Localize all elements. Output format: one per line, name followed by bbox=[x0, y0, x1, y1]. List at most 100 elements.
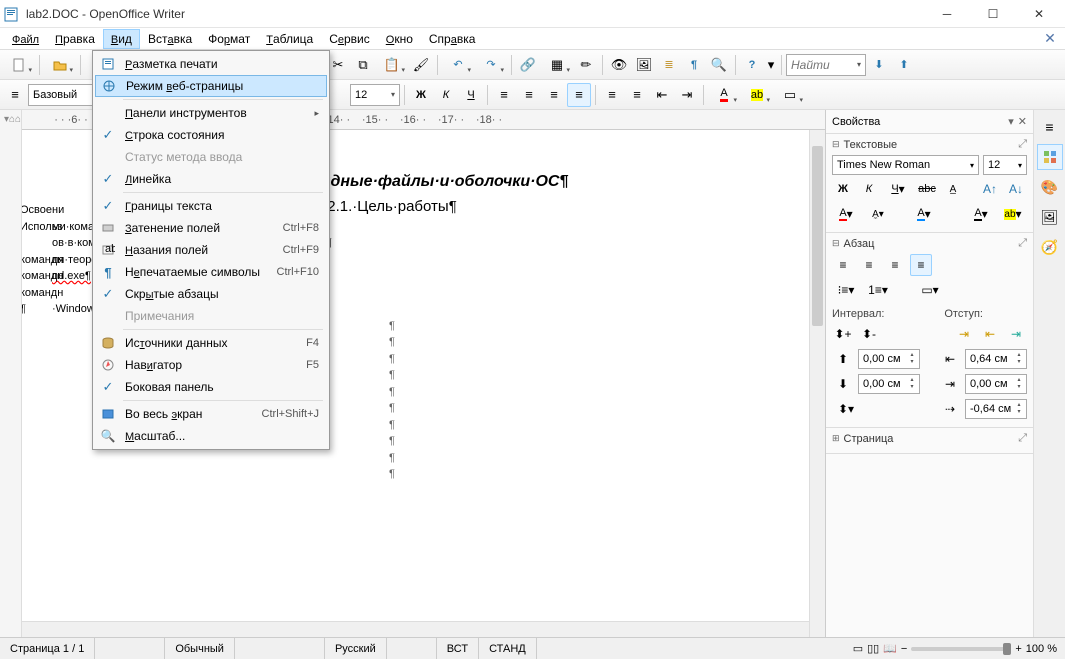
status-layout-icon[interactable]: ▭ bbox=[853, 642, 863, 655]
sidebar-tab-properties[interactable] bbox=[1037, 144, 1063, 170]
para-indent-first[interactable]: ⇥ bbox=[1005, 323, 1027, 345]
menu-statusbar[interactable]: ✓Строка состояния bbox=[95, 124, 327, 146]
para-indent-dec[interactable]: ⇤ bbox=[979, 323, 1001, 345]
para-bullets[interactable]: ⁝≡▾ bbox=[832, 279, 860, 301]
status-page[interactable]: Страница 1 / 1 bbox=[0, 638, 95, 659]
find-prev-button[interactable]: ⬆ bbox=[892, 53, 916, 77]
menu-formatting-marks[interactable]: ¶ Непечатаемые символыCtrl+F10 bbox=[95, 261, 327, 283]
help-button[interactable]: ? bbox=[740, 53, 764, 77]
para-below-spin[interactable]: 0,00 см▴▾ bbox=[858, 374, 920, 394]
menu-print-layout[interactable]: Разметка печати bbox=[95, 53, 327, 75]
align-center-button[interactable]: ≡ bbox=[517, 83, 541, 107]
menu-zoom[interactable]: 🔍Масштаб... bbox=[95, 425, 327, 447]
font-color-button[interactable]: A bbox=[708, 83, 740, 107]
para-left-spin[interactable]: 0,64 см▴▾ bbox=[965, 349, 1027, 369]
bullet-list-button[interactable]: ≡ bbox=[625, 83, 649, 107]
menu-navigator[interactable]: НавигаторF5 bbox=[95, 354, 327, 376]
menu-format[interactable]: Формат bbox=[200, 29, 258, 49]
zoom-out-icon[interactable]: − bbox=[901, 643, 907, 655]
para-linespacing[interactable]: ⬍▾ bbox=[832, 398, 860, 420]
find-next-button[interactable]: ⬇ bbox=[867, 53, 891, 77]
underline-button[interactable]: Ч bbox=[459, 83, 483, 107]
para-align-left[interactable]: ≡ bbox=[832, 254, 854, 276]
font-size-combo[interactable]: 12▾ bbox=[350, 84, 400, 106]
para-right-spin[interactable]: 0,00 см▴▾ bbox=[965, 374, 1027, 394]
menu-toolbars[interactable]: Панели инструментов▸ bbox=[95, 102, 327, 124]
sidebar-underline[interactable]: Ч▾ bbox=[884, 178, 912, 200]
menu-hidden-paragraphs[interactable]: ✓Скрытые абзацы bbox=[95, 283, 327, 305]
status-insert[interactable]: ВСТ bbox=[437, 638, 479, 659]
paste-button[interactable]: 📋 bbox=[376, 53, 408, 77]
close-document-button[interactable]: ✕ bbox=[1039, 28, 1061, 50]
gallery-button[interactable]: 🖼 bbox=[632, 53, 656, 77]
para-space-inc[interactable]: ⬍+ bbox=[832, 323, 854, 345]
para-number[interactable]: 1≡▾ bbox=[864, 279, 892, 301]
undo-button[interactable]: ↶ bbox=[442, 53, 474, 77]
sidebar-bold[interactable]: Ж bbox=[832, 178, 854, 200]
sidebar-strike[interactable]: abc bbox=[916, 178, 938, 200]
menu-tools[interactable]: Сервис bbox=[321, 29, 378, 49]
bgcolor-button[interactable]: ▭ bbox=[774, 83, 806, 107]
sidebar-font-combo[interactable]: Times New Roman▾ bbox=[832, 155, 979, 175]
para-first-spin[interactable]: -0,64 см▴▾ bbox=[965, 399, 1027, 419]
toolbar-more[interactable]: ▾ bbox=[765, 53, 777, 77]
status-lang[interactable]: Русский bbox=[325, 638, 387, 659]
highlight-button[interactable]: ab bbox=[741, 83, 773, 107]
sidebar-tab-styles[interactable]: 🎨 bbox=[1037, 174, 1063, 200]
sidebar-shadow[interactable]: A̲ bbox=[942, 178, 964, 200]
number-list-button[interactable]: ≡ bbox=[600, 83, 624, 107]
para-align-right[interactable]: ≡ bbox=[884, 254, 906, 276]
status-layout-icon3[interactable]: 📖 bbox=[883, 642, 897, 655]
menu-data-sources[interactable]: Источники данныхF4 bbox=[95, 332, 327, 354]
menu-field-shadings[interactable]: Затенение полейCtrl+F8 bbox=[95, 217, 327, 239]
close-button[interactable]: ✕ bbox=[1017, 0, 1061, 28]
indent-inc-button[interactable]: ⇥ bbox=[675, 83, 699, 107]
styles-window-button[interactable]: ≡ bbox=[3, 83, 27, 107]
bold-button[interactable]: Ж bbox=[409, 83, 433, 107]
sidebar-tab-navigator[interactable]: 🧭 bbox=[1037, 234, 1063, 260]
sidebar-menu-icon[interactable]: ▾ bbox=[1008, 115, 1014, 128]
menu-text-boundaries[interactable]: ✓Границы текста bbox=[95, 195, 327, 217]
para-bgcolor[interactable]: ▭▾ bbox=[916, 279, 944, 301]
menu-sidebar[interactable]: ✓Боковая панель bbox=[95, 376, 327, 398]
sidebar-close-icon[interactable]: ✕ bbox=[1018, 115, 1027, 128]
sidebar-tab-gallery[interactable]: 🖼 bbox=[1037, 204, 1063, 230]
align-left-button[interactable]: ≡ bbox=[492, 83, 516, 107]
sidebar-fontcolor[interactable]: A▾ bbox=[832, 203, 860, 225]
sidebar-fontsize-combo[interactable]: 12▾ bbox=[983, 155, 1027, 175]
indent-dec-button[interactable]: ⇤ bbox=[650, 83, 674, 107]
horizontal-scrollbar[interactable] bbox=[22, 621, 809, 637]
para-align-center[interactable]: ≡ bbox=[858, 254, 880, 276]
sidebar-grow-font[interactable]: A↑ bbox=[979, 178, 1001, 200]
find-input[interactable]: ▾ bbox=[786, 54, 866, 76]
menu-field-names[interactable]: ab Назания полейCtrl+F9 bbox=[95, 239, 327, 261]
menu-web-layout[interactable]: Режим веб-страницы bbox=[95, 75, 327, 97]
para-align-justify[interactable]: ≡ bbox=[910, 254, 932, 276]
datasources-button[interactable]: ≣ bbox=[657, 53, 681, 77]
menu-insert[interactable]: Вставка bbox=[140, 29, 200, 49]
brush-button[interactable]: 🖌 bbox=[409, 53, 433, 77]
zoom-button[interactable]: 🔍 bbox=[707, 53, 731, 77]
zoom-slider[interactable] bbox=[911, 647, 1011, 651]
para-space-dec[interactable]: ⬍- bbox=[858, 323, 880, 345]
menu-help[interactable]: Справка bbox=[421, 29, 484, 49]
vertical-scrollbar[interactable] bbox=[809, 130, 825, 637]
menu-ruler[interactable]: ✓Линейка bbox=[95, 168, 327, 190]
sidebar-tab-menu[interactable]: ≡ bbox=[1037, 114, 1063, 140]
menu-edit[interactable]: Правка bbox=[47, 29, 103, 49]
sidebar-spacing[interactable]: A▾ bbox=[967, 203, 995, 225]
sidebar-highlight[interactable]: A▾ bbox=[910, 203, 938, 225]
menu-window[interactable]: Окно bbox=[378, 29, 421, 49]
maximize-button[interactable]: ☐ bbox=[971, 0, 1015, 28]
italic-button[interactable]: К bbox=[434, 83, 458, 107]
menu-fullscreen[interactable]: Во весь экранCtrl+Shift+J bbox=[95, 403, 327, 425]
align-right-button[interactable]: ≡ bbox=[542, 83, 566, 107]
sidebar-shrink-font[interactable]: A↓ bbox=[1005, 178, 1027, 200]
minimize-button[interactable]: ─ bbox=[925, 0, 969, 28]
status-selmode[interactable]: СТАНД bbox=[479, 638, 537, 659]
status-style[interactable]: Обычный bbox=[165, 638, 235, 659]
redo-button[interactable]: ↷ bbox=[475, 53, 507, 77]
status-layout-icon2[interactable]: ▯▯ bbox=[867, 642, 879, 655]
nonprinting-button[interactable]: ¶ bbox=[682, 53, 706, 77]
find-button[interactable]: 👁 bbox=[607, 53, 631, 77]
